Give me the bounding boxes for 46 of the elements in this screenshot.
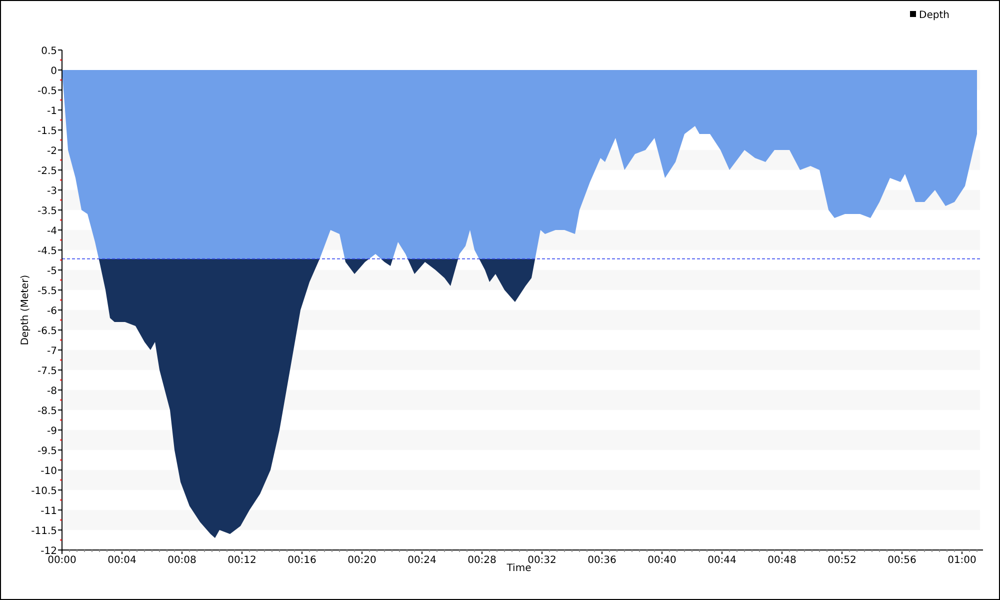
axis-tick-label: 0 — [50, 66, 57, 77]
axis-tick-label: -0.5 — [37, 86, 57, 97]
axis-tick-label: 00:56 — [888, 555, 916, 566]
axis-tick-label: 01:00 — [948, 555, 976, 566]
axis-tick-label: -4.5 — [37, 246, 57, 257]
axis-tick-label: -11 — [40, 506, 57, 517]
axis-tick-label: 00:04 — [108, 555, 136, 566]
axis-tick-label: -8 — [47, 386, 57, 397]
y-axis-title: Depth (Meter) — [20, 274, 31, 346]
x-axis-title: Time — [506, 563, 532, 574]
axis-tick-label: 0.5 — [41, 46, 57, 57]
axis-tick-label: -9.5 — [37, 446, 57, 457]
axis-tick-label: -8.5 — [37, 406, 57, 417]
axis-tick-label: -1 — [47, 106, 57, 117]
legend-swatch — [910, 11, 916, 17]
axis-tick-label: -2 — [47, 146, 57, 157]
axis-tick-label: -3 — [47, 186, 57, 197]
axis-tick-label: -4 — [47, 226, 57, 237]
axis-tick-label: -5.5 — [37, 286, 57, 297]
axis-tick-label: -3.5 — [37, 206, 57, 217]
axis-tick-label: -1.5 — [37, 126, 57, 137]
legend-label: Depth — [919, 10, 950, 21]
axis-tick-label: -6.5 — [37, 326, 57, 337]
axis-tick-label: -5 — [47, 266, 57, 277]
axis-tick-label: -7.5 — [37, 366, 57, 377]
axis-tick-label: 00:52 — [828, 555, 856, 566]
axis-tick-label: 00:20 — [348, 555, 376, 566]
axis-tick-label: 00:40 — [648, 555, 676, 566]
axis-tick-label: 00:36 — [588, 555, 616, 566]
axis-tick-label: 00:24 — [408, 555, 436, 566]
axis-tick-label: 00:44 — [708, 555, 736, 566]
axis-tick-label: 00:16 — [288, 555, 316, 566]
axis-tick-label: 00:28 — [468, 555, 496, 566]
axis-tick-label: 00:00 — [48, 555, 76, 566]
axis-tick-label: -12 — [40, 546, 57, 557]
axis-tick-label: 00:08 — [168, 555, 196, 566]
axis-tick-label: -10 — [40, 466, 57, 477]
axis-tick-label: -6 — [47, 306, 57, 317]
axis-tick-label: 00:48 — [768, 555, 796, 566]
axis-tick-label: -9 — [47, 426, 57, 437]
axis-tick-label: -2.5 — [37, 166, 57, 177]
axis-tick-label: -10.5 — [31, 486, 57, 497]
axis-tick-label: 00:32 — [528, 555, 556, 566]
axis-tick-label: 00:12 — [228, 555, 256, 566]
axis-tick-label: -7 — [47, 346, 57, 357]
axis-tick-label: -11.5 — [31, 526, 57, 537]
